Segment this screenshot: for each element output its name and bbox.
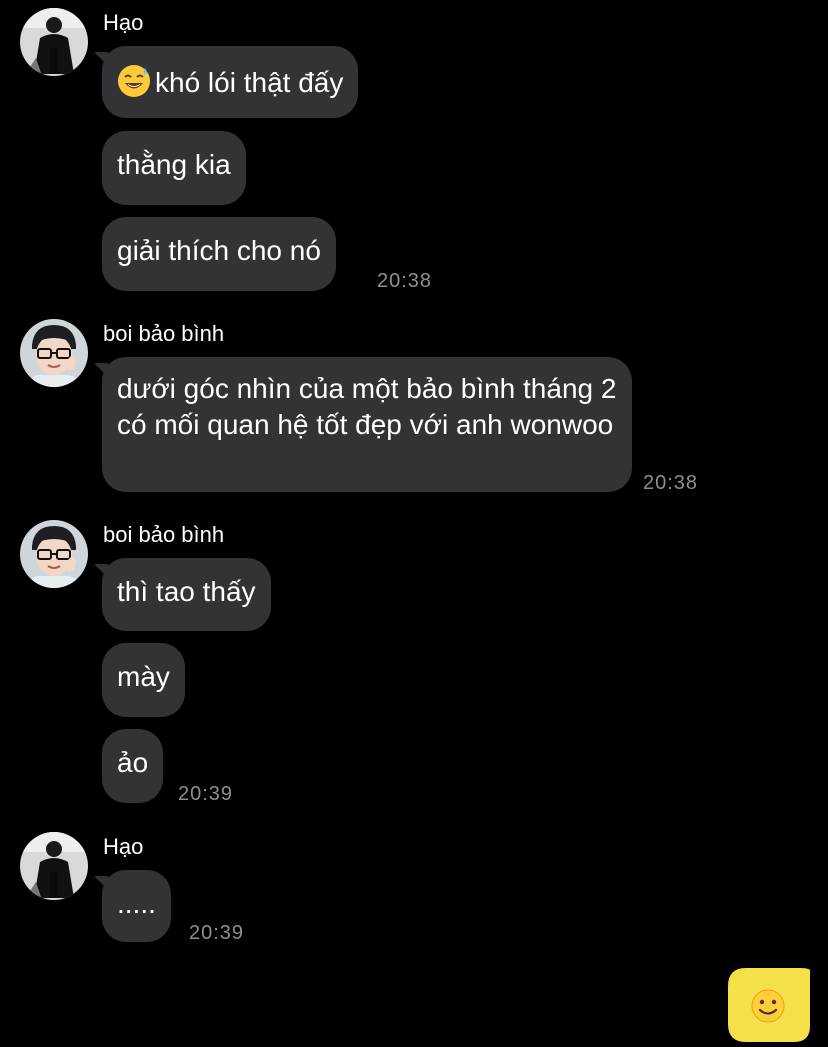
avatar[interactable] (20, 832, 88, 900)
message-bubble[interactable]: giải thích cho nó (102, 217, 336, 291)
message-bubble[interactable]: ..... (94, 870, 171, 942)
message-bubble[interactable]: ảo (102, 729, 164, 803)
smile-icon (728, 968, 816, 1042)
message-text: giải thích cho nó (117, 235, 321, 266)
avatar-hao-image (20, 8, 88, 76)
avatar[interactable] (20, 319, 88, 387)
sender-name: boi bảo bình (103, 321, 225, 346)
message-timestamp: 20:38 (377, 270, 433, 292)
message-text: thì tao thấy (117, 576, 256, 607)
avatar-boi-bao-binh-image (20, 319, 88, 387)
message-bubble[interactable]: thằng kia (102, 131, 246, 205)
avatar[interactable] (20, 520, 88, 588)
message-timestamp: 20:38 (643, 472, 699, 494)
message-text: khó lói thật đấy (155, 67, 344, 98)
avatar[interactable] (20, 8, 88, 76)
sweat-smile-emoji (117, 64, 151, 98)
sender-name: Hạo (103, 10, 144, 35)
message-text: dưới góc nhìn của một bảo bình tháng 2 c… (117, 373, 617, 440)
message-text: ảo (117, 747, 149, 778)
sender-name: Hạo (103, 834, 144, 859)
avatar-hao-image (20, 832, 88, 900)
message-text: thằng kia (117, 149, 231, 180)
message-text: ..... (117, 888, 156, 919)
message-bubble[interactable]: thì tao thấy (94, 558, 271, 631)
message-text: mày (117, 661, 170, 692)
message-bubble[interactable]: dưới góc nhìn của một bảo bình tháng 2 c… (94, 357, 632, 492)
message-timestamp: 20:39 (178, 783, 234, 805)
message-bubble[interactable]: mày (102, 643, 185, 717)
message-timestamp: 20:39 (189, 922, 245, 944)
sender-name: boi bảo bình (103, 522, 225, 547)
avatar-boi-bao-binh-image (20, 520, 88, 588)
message-bubble[interactable]: khó lói thật đấy (93, 46, 359, 118)
emoji-compose-button[interactable] (728, 968, 816, 1042)
